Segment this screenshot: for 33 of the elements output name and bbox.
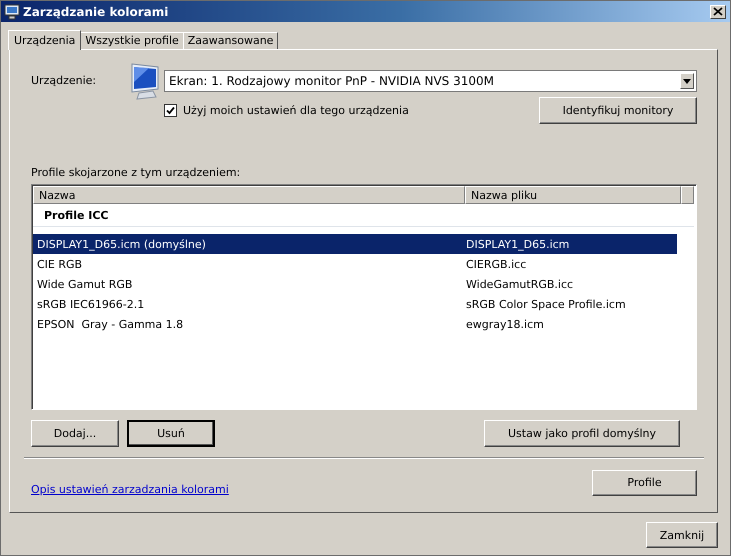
table-cell[interactable]: Wide Gamut RGB — [33, 278, 466, 290]
close-dialog-button[interactable]: Zamknij — [646, 522, 718, 548]
close-button[interactable] — [710, 4, 726, 18]
tab[interactable]: Zaawansowane — [182, 32, 278, 49]
profile-button[interactable]: Profile — [592, 470, 697, 496]
add-button[interactable]: Dodaj... — [31, 420, 119, 447]
checkbox[interactable] — [164, 104, 177, 117]
table-cell[interactable]: CIE RGB — [33, 258, 466, 270]
table-cell-text: DISPLAY1_D65.icm — [466, 238, 570, 250]
device-dropdown[interactable]: Ekran: 1. Rodzajowy monitor PnP - NVIDIA NVS 3100M — [164, 70, 697, 92]
tab[interactable]: Urządzenia — [8, 30, 82, 50]
remove-button[interactable]: Usuń — [127, 420, 215, 447]
table-cell[interactable]: sRGB Color Space Profile.icm — [466, 298, 677, 310]
column-header[interactable]: Nazwa pliku — [465, 186, 681, 204]
group-header: Profile ICC — [44, 208, 108, 222]
table-cell[interactable]: sRGB IEC61966-2.1 — [33, 298, 466, 310]
set-default-button[interactable]: Ustaw jako profil domyślny — [484, 420, 680, 447]
table-cell[interactable]: ewgray18.icm — [466, 318, 677, 330]
column-header[interactable]: Nazwa — [33, 186, 465, 204]
monitor-icon — [4, 4, 20, 20]
table-cell-text: DISPLAY1_D65.icm (domyślne) — [36, 238, 207, 250]
identify-button[interactable]: Identyfikuj monitory — [539, 97, 697, 124]
help-link[interactable]: Opis ustawień zarzadzania kolorami — [31, 483, 229, 496]
selected-row[interactable]: DISPLAY1_D65.icm (domyślne) DISPLAY1_D65.icm — [33, 234, 677, 254]
section-label: Profile skojarzone z tym urządzeniem: — [31, 166, 242, 181]
tab[interactable]: Wszystkie profile — [80, 32, 184, 49]
window-title: Zarządzanie kolorami — [23, 4, 170, 18]
table-cell[interactable]: EPSON Gray - Gamma 1.8 — [33, 318, 466, 330]
device-label: Urządzenie: — [31, 73, 98, 89]
table-cell[interactable]: WideGamutRGB.icc — [466, 278, 677, 290]
monitor-icon — [129, 62, 161, 100]
checkbox-label: Użyj moich ustawień dla tego urządzenia — [183, 104, 409, 117]
table-cell[interactable]: CIERGB.icc — [466, 258, 677, 270]
